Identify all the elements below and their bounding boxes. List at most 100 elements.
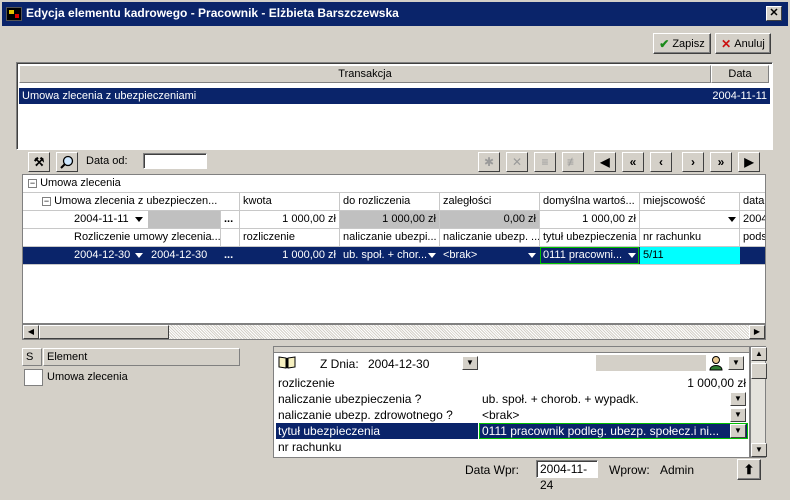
column-header-insurance-calc[interactable]: naliczanie ubezpi... (340, 229, 439, 246)
scroll-thumb[interactable] (39, 325, 169, 339)
column-header-s[interactable]: S (22, 348, 42, 366)
scroll-right-icon[interactable]: ▶ (749, 325, 765, 339)
next-record-icon[interactable]: › (682, 152, 704, 172)
column-header-health-calc[interactable]: naliczanie ubezp. ... (440, 229, 539, 246)
date-from-input[interactable] (143, 153, 207, 169)
column-header-default-value[interactable]: domyślna wartoś... (540, 193, 639, 210)
tree-node-root[interactable]: − Umowa zlecenia (25, 175, 239, 192)
from-date-value[interactable]: 2004-12-30 (368, 357, 429, 371)
entered-by-value: Admin (660, 463, 695, 477)
row1-date-value: 2004-11-11 (74, 213, 129, 225)
detail-scrollbar[interactable]: ▲ ▼ (750, 346, 767, 458)
chevron-down-icon[interactable]: ▼ (728, 356, 744, 370)
scroll-up-icon[interactable]: ▲ (751, 347, 767, 361)
row2-settlement[interactable]: 1 000,00 zł (240, 247, 339, 264)
column-header-basis[interactable]: pods (740, 229, 765, 246)
tree-grid: − Umowa zlecenia − Umowa zlecenia z ubez… (22, 174, 766, 324)
tree-node-child[interactable]: − Umowa zlecenia z ubezpieczen... (39, 193, 237, 210)
chevron-down-icon[interactable] (428, 253, 436, 258)
cancel-icon: ✕ (721, 36, 732, 51)
chevron-down-icon[interactable]: ▼ (730, 408, 746, 422)
detail-row-insurance-title[interactable]: tytuł ubezpieczenia 0111 pracownik podle… (276, 423, 748, 439)
collapse-icon[interactable]: − (42, 197, 51, 206)
chevron-down-icon[interactable]: ▼ (462, 356, 478, 370)
row2-insurance-calc[interactable]: ub. społ. + chor... (340, 247, 439, 264)
row1-default-value[interactable]: 1 000,00 zł (540, 211, 639, 228)
chevron-down-icon[interactable] (528, 253, 536, 258)
chevron-down-icon[interactable] (728, 217, 736, 222)
tree-node-grandchild[interactable]: Rozliczenie umowy zlecenia... (71, 229, 239, 246)
last-record-icon[interactable]: ▶ (738, 152, 760, 172)
detail-row-account-number[interactable]: nr rachunku (276, 439, 748, 455)
chevron-down-icon[interactable]: ▼ (730, 424, 746, 438)
book-icon[interactable] (278, 355, 296, 369)
row1-amount[interactable]: 1 000,00 zł (240, 211, 339, 228)
row2-insurance-title[interactable]: 0111 pracowni... (540, 247, 639, 264)
row2-date-a[interactable]: 2004-12-30 (71, 247, 148, 264)
column-header-city[interactable]: miejscowość (640, 193, 739, 210)
row1-city[interactable] (640, 211, 739, 228)
column-header-transaction[interactable]: Transakcja (19, 65, 711, 83)
app-icon (6, 7, 22, 21)
row1-arrears: 0,00 zł (440, 211, 539, 228)
row2-health-calc[interactable]: <brak> (440, 247, 539, 264)
new-icon[interactable]: ✱ (478, 152, 500, 172)
column-header-element[interactable]: Element (43, 348, 240, 366)
scroll-thumb[interactable] (751, 363, 767, 379)
detail-value: 0111 pracownik podleg. ubezp. społecz.i … (482, 424, 720, 438)
detail-value: ub. społ. + chorob. + wypadk. (482, 392, 639, 406)
remove-row-icon[interactable]: ≢ (562, 152, 584, 172)
first-record-icon[interactable]: ◀ (594, 152, 616, 172)
list-item[interactable]: Umowa zlecenia (47, 371, 128, 383)
column-header-settlement[interactable]: rozliczenie (240, 229, 339, 246)
chevron-down-icon[interactable] (628, 253, 636, 258)
close-button[interactable]: ✕ (766, 6, 782, 21)
save-button[interactable]: ✔ Zapisz (653, 33, 711, 54)
row1-date[interactable]: 2004 (740, 211, 765, 228)
horizontal-scrollbar[interactable]: ◀ ▶ (22, 324, 766, 340)
transaction-date: 2004-11-11 (712, 90, 767, 102)
title-bar: Edycja elementu kadrowego - Pracownik - … (0, 0, 790, 26)
check-icon: ✔ (659, 36, 670, 51)
window-title: Edycja elementu kadrowego - Pracownik - … (26, 6, 399, 20)
tools-icon[interactable]: ⚒ (28, 152, 50, 172)
cancel-button[interactable]: ✕ Anuluj (715, 33, 771, 54)
column-header-date[interactable]: data (740, 193, 765, 210)
row2-account-number[interactable]: 5/11 (640, 247, 740, 264)
tree-root-label: Umowa zlecenia (40, 177, 121, 189)
row1-ellipsis-button[interactable]: ... (221, 211, 239, 228)
column-header-amount[interactable]: kwota (240, 193, 339, 210)
transaction-name: Umowa zlecenia z ubezpieczeniami (22, 90, 197, 102)
delete-icon[interactable]: ✕ (506, 152, 528, 172)
up-arrow-button[interactable]: ⬆ (737, 459, 761, 480)
column-header-insurance-title[interactable]: tytuł ubezpieczenia (540, 229, 639, 246)
prev-page-icon[interactable]: « (622, 152, 644, 172)
column-header-date[interactable]: Data (711, 65, 769, 83)
scroll-down-icon[interactable]: ▼ (751, 443, 767, 457)
column-header-to-settle[interactable]: do rozliczenia (340, 193, 439, 210)
scroll-left-icon[interactable]: ◀ (23, 325, 39, 339)
detail-row-health-calc[interactable]: naliczanie ubezp. zdrowotnego ? <brak> ▼ (276, 407, 748, 423)
detail-value: 1 000,00 zł (687, 376, 746, 390)
table-row[interactable]: Umowa zlecenia z ubezpieczeniami 2004-11… (19, 88, 770, 104)
column-header-account-number[interactable]: nr rachunku (640, 229, 739, 246)
chevron-down-icon[interactable] (135, 217, 143, 222)
row2-date-b[interactable]: 2004-12-30 (148, 247, 220, 264)
row2-ellipsis-button[interactable]: ... (221, 247, 239, 264)
chevron-down-icon[interactable] (135, 253, 143, 258)
element-checkbox[interactable] (24, 369, 43, 386)
column-header-arrears[interactable]: zaległości (440, 193, 539, 210)
prev-record-icon[interactable]: ‹ (650, 152, 672, 172)
person-icon[interactable] (708, 355, 724, 371)
entry-date-value: 2004-11-24 (536, 460, 598, 492)
row2-health-calc-value: <brak> (443, 249, 478, 261)
cancel-label: Anuluj (734, 37, 765, 50)
next-page-icon[interactable]: » (710, 152, 732, 172)
entry-date-label: Data Wpr: (465, 463, 520, 477)
chevron-down-icon[interactable]: ▼ (730, 392, 746, 406)
collapse-icon[interactable]: − (28, 179, 37, 188)
detail-row-settlement[interactable]: rozliczenie 1 000,00 zł (276, 375, 748, 391)
detail-row-insurance-calc[interactable]: naliczanie ubezpieczenia ? ub. społ. + c… (276, 391, 748, 407)
search-icon[interactable] (56, 152, 78, 172)
insert-row-icon[interactable]: ≡ (534, 152, 556, 172)
